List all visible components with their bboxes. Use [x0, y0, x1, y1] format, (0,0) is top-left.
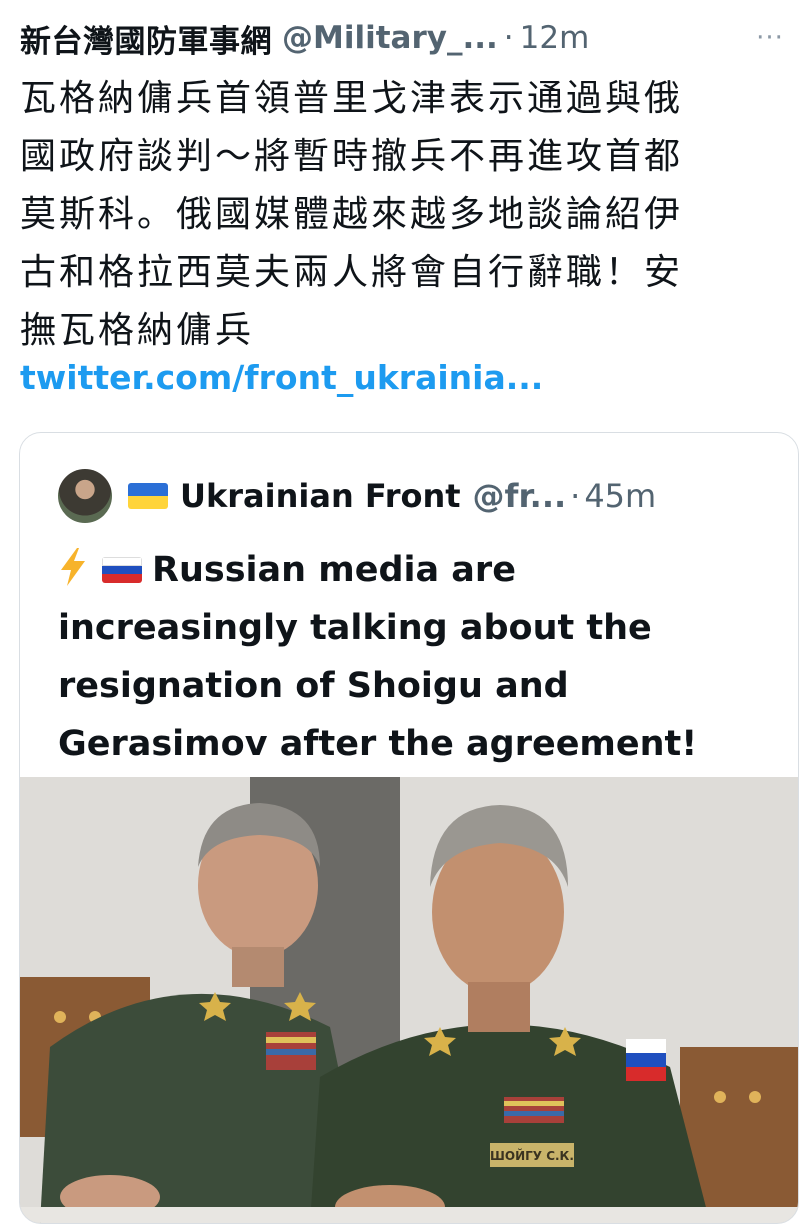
quoted-author-avatar[interactable]	[58, 469, 112, 523]
quoted-tweet-header: Ukrainian Front @fr... · 45m	[58, 469, 778, 523]
quoted-text-line-4: Gerasimov after the agreement!	[58, 724, 698, 764]
tweet-timestamp[interactable]: 12m	[520, 20, 590, 56]
quoted-text-line-3: resignation of Shoigu and	[58, 666, 569, 706]
quoted-text-line: Russian media are	[58, 541, 758, 599]
quoted-tweet-timestamp: 45m	[584, 477, 657, 515]
tweet[interactable]: 新台灣國防軍事網 @Military_... · 12m ··· 瓦格納傭兵首領…	[0, 0, 809, 1224]
lightning-icon	[61, 548, 85, 586]
ukraine-flag-icon	[128, 483, 168, 509]
quoted-author-display-name[interactable]: Ukrainian Front	[180, 477, 461, 515]
quoted-text-line-2: increasingly talking about the	[58, 608, 652, 648]
tweet-header: 新台灣國防軍事網 @Military_... · 12m	[20, 14, 790, 62]
author-display-name[interactable]: 新台灣國防軍事網	[20, 16, 272, 61]
russia-flag-icon	[102, 557, 142, 583]
quoted-tweet-text: Russian media are increasingly talking a…	[58, 541, 758, 773]
quoted-author-handle[interactable]: @fr...	[473, 477, 567, 515]
tweet-link[interactable]: twitter.com/front_ukrainia...	[20, 358, 543, 397]
separator-dot: ·	[570, 477, 581, 515]
quoted-tweet-photo[interactable]: ШОЙГУ С.К.	[20, 777, 798, 1223]
separator-dot: ·	[503, 20, 514, 56]
photo-illustration: ШОЙГУ С.К.	[20, 777, 798, 1223]
quoted-tweet-card[interactable]: Ukrainian Front @fr... · 45m Russian med…	[19, 432, 799, 1224]
author-handle[interactable]: @Military_...	[282, 20, 498, 56]
tweet-text: 瓦格納傭兵首領普里戈津表示通過與俄 國政府談判～將暫時撤兵不再進攻首都 莫斯科。…	[20, 78, 684, 351]
quoted-text-line-1: Russian media are	[152, 550, 516, 590]
more-options-icon[interactable]: ···	[750, 18, 790, 58]
name-tag-text: ШОЙГУ С.К.	[490, 1148, 574, 1163]
